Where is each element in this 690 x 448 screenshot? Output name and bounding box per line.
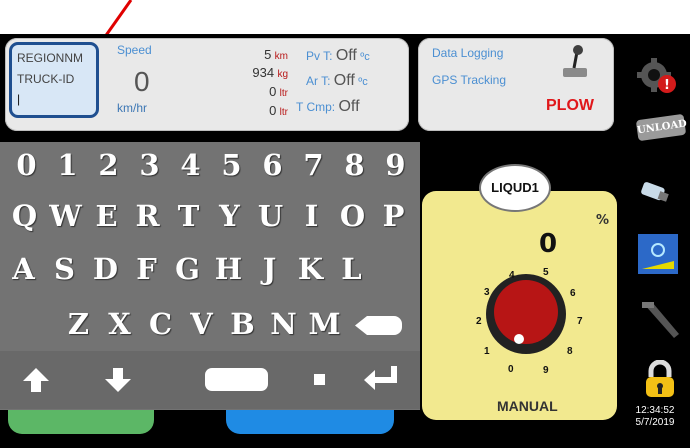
percent-label: %: [596, 213, 610, 228]
dial-label-8: 8: [567, 346, 573, 357]
up-arrow-key[interactable]: [22, 366, 50, 394]
svg-text:!: !: [664, 78, 670, 93]
key-e[interactable]: E: [87, 195, 126, 238]
key-5[interactable]: 5: [212, 144, 251, 187]
liters-readout-1: 0 ltr: [269, 84, 288, 99]
clock-time: 12:34:52: [635, 405, 675, 416]
gps-tracking-label: GPS Tracking: [432, 73, 507, 87]
key-9[interactable]: 9: [376, 144, 415, 187]
key-g[interactable]: G: [168, 248, 207, 291]
speed-unit: km/hr: [117, 101, 147, 115]
compressor-temp: T Cmp: Off: [296, 98, 360, 115]
region-truck-id-field[interactable]: REGIONNM TRUCK-ID |: [9, 42, 99, 118]
rate-dial[interactable]: [480, 266, 576, 362]
blue-tab[interactable]: [226, 410, 394, 434]
material-rate-value: 0: [539, 229, 558, 259]
region-label: REGIONNM: [17, 51, 83, 65]
key-v[interactable]: V: [182, 303, 221, 346]
key-6[interactable]: 6: [253, 144, 292, 187]
text-cursor: |: [17, 92, 21, 106]
key-q[interactable]: Q: [5, 195, 44, 238]
backspace-key[interactable]: [355, 316, 402, 335]
keyboard-row-asdf: A S D F G H J K L: [0, 248, 420, 291]
key-l[interactable]: L: [332, 248, 371, 291]
key-o[interactable]: O: [333, 195, 372, 238]
speed-label: Speed: [117, 43, 152, 57]
key-m[interactable]: M: [305, 303, 344, 346]
key-8[interactable]: 8: [335, 144, 374, 187]
settings-alert-icon[interactable]: !: [635, 58, 679, 96]
dial-indicator: [514, 334, 524, 344]
liters-readout-2: 0 ltr: [269, 103, 288, 118]
pv-temp: Pv T: Off ºc: [306, 47, 370, 64]
plow-mode: PLOW: [546, 97, 594, 114]
clock-date: 5/7/2019: [635, 417, 675, 428]
green-tab[interactable]: [8, 410, 154, 434]
key-k[interactable]: K: [291, 248, 330, 291]
lock-icon[interactable]: [643, 360, 677, 398]
dial-label-1: 1: [484, 346, 490, 357]
key-4[interactable]: 4: [171, 144, 210, 187]
ar-temp: Ar T: Off ºc: [306, 72, 368, 89]
down-arrow-key[interactable]: [104, 366, 132, 394]
manual-mode-label: MANUAL: [497, 398, 558, 414]
keyboard-row-zxcv: Z X C V B N M: [0, 303, 420, 346]
key-h[interactable]: H: [209, 248, 248, 291]
keyboard-row-numbers: 0 1 2 3 4 5 6 7 8 9: [0, 144, 420, 187]
usb-drive-icon[interactable]: [638, 176, 672, 206]
key-j[interactable]: J: [250, 248, 289, 291]
key-2[interactable]: 2: [89, 144, 128, 187]
brightness-icon[interactable]: [638, 234, 678, 274]
dial-face: [494, 280, 558, 344]
key-f[interactable]: F: [127, 248, 166, 291]
dot-key[interactable]: [314, 374, 325, 385]
key-1[interactable]: 1: [48, 144, 87, 187]
enter-key[interactable]: [363, 364, 401, 394]
key-r[interactable]: R: [128, 195, 167, 238]
keyboard-control-row: [0, 351, 420, 409]
key-u[interactable]: U: [251, 195, 290, 238]
dial-label-7: 7: [577, 316, 583, 327]
dial-label-2: 2: [476, 316, 482, 327]
space-key[interactable]: [205, 368, 268, 391]
key-p[interactable]: P: [374, 195, 413, 238]
joystick-icon[interactable]: [561, 44, 589, 80]
dial-label-0: 0: [508, 364, 514, 375]
key-n[interactable]: N: [264, 303, 303, 346]
dial-label-3: 3: [484, 287, 490, 298]
key-3[interactable]: 3: [130, 144, 169, 187]
spreader-icon[interactable]: [636, 300, 682, 340]
material-name-button[interactable]: LIQUD1: [479, 164, 551, 212]
key-c[interactable]: C: [141, 303, 180, 346]
speed-box: Speed 0 km/hr: [103, 42, 185, 120]
key-w[interactable]: W: [46, 195, 85, 238]
key-b[interactable]: B: [223, 303, 262, 346]
speed-value: 0: [134, 66, 150, 97]
dial-label-4: 4: [509, 270, 515, 281]
key-t[interactable]: T: [169, 195, 208, 238]
key-d[interactable]: D: [86, 248, 125, 291]
weight-readout: 934 kg: [252, 65, 288, 80]
key-x[interactable]: X: [100, 303, 139, 346]
key-0[interactable]: 0: [7, 144, 46, 187]
dial-label-9: 9: [543, 365, 549, 376]
distance-readout: 5 km: [264, 47, 288, 62]
keyboard-row-qwerty: Q W E R T Y U I O P: [0, 195, 420, 238]
key-i[interactable]: I: [292, 195, 331, 238]
key-z[interactable]: Z: [59, 303, 98, 346]
data-logging-label: Data Logging: [432, 46, 504, 60]
key-a[interactable]: A: [4, 248, 43, 291]
dial-label-6: 6: [570, 288, 576, 299]
key-7[interactable]: 7: [294, 144, 333, 187]
clock: 12:34:52 5/7/2019: [624, 405, 686, 429]
key-y[interactable]: Y: [210, 195, 249, 238]
key-s[interactable]: S: [45, 248, 84, 291]
dial-label-5: 5: [543, 267, 549, 278]
truck-id-label: TRUCK-ID: [17, 72, 75, 86]
